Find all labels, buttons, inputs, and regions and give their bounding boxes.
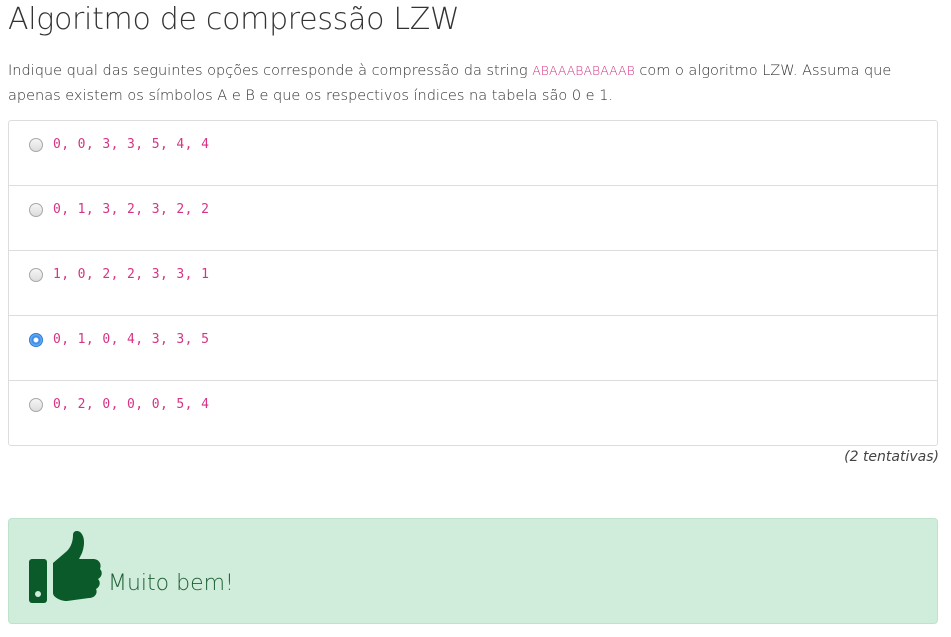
answer-option-4[interactable]: 0, 1, 0, 4, 3, 3, 5	[9, 315, 937, 380]
answer-option-1[interactable]: 0, 0, 3, 3, 5, 4, 4	[9, 121, 937, 185]
option-label: 0, 1, 0, 4, 3, 3, 5	[53, 332, 210, 347]
option-label: 0, 2, 0, 0, 0, 5, 4	[53, 397, 210, 412]
success-feedback-alert: Muito bem!	[8, 518, 938, 624]
question-code-string: ABAAABABAAAB	[532, 63, 635, 78]
answer-option-3[interactable]: 1, 0, 2, 2, 3, 3, 1	[9, 250, 937, 315]
answer-options-list: 0, 0, 3, 3, 5, 4, 4 0, 1, 3, 2, 3, 2, 2 …	[8, 120, 938, 446]
thumbs-up-icon	[29, 531, 102, 603]
question-text: Indique qual das seguintes opções corres…	[8, 58, 943, 109]
question-prefix: Indique qual das seguintes opções corres…	[8, 63, 533, 79]
attempts-count: (2 tentativas)	[844, 449, 939, 465]
option-label: 1, 0, 2, 2, 3, 3, 1	[53, 267, 210, 282]
radio-button-option-1[interactable]	[29, 138, 43, 152]
page-title: Algoritmo de compressão LZW	[8, 2, 460, 37]
radio-button-option-5[interactable]	[29, 398, 43, 412]
radio-button-option-3[interactable]	[29, 268, 43, 282]
answer-option-5[interactable]: 0, 2, 0, 0, 0, 5, 4	[9, 380, 937, 445]
answer-option-2[interactable]: 0, 1, 3, 2, 3, 2, 2	[9, 185, 937, 250]
feedback-message: Muito bem!	[108, 571, 234, 596]
option-label: 0, 1, 3, 2, 3, 2, 2	[53, 202, 210, 217]
radio-button-option-4[interactable]	[29, 333, 43, 347]
radio-button-option-2[interactable]	[29, 203, 43, 217]
option-label: 0, 0, 3, 3, 5, 4, 4	[53, 137, 210, 152]
